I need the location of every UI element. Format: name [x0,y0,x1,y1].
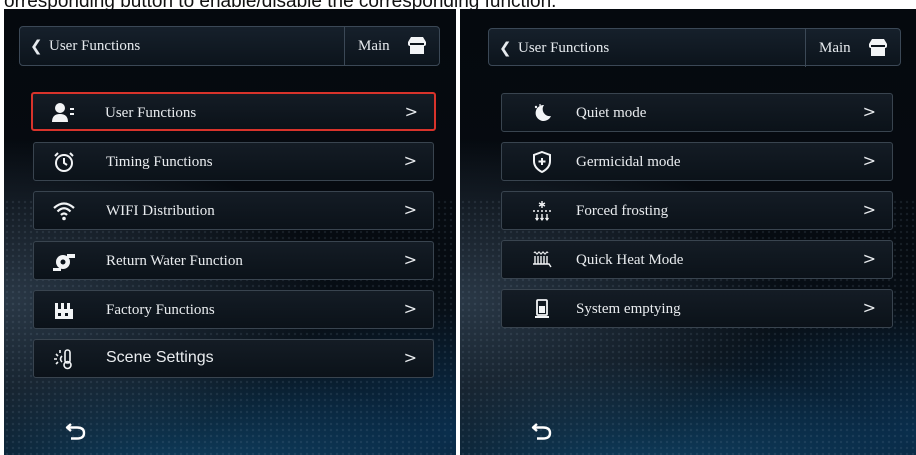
menu-item-label: Quick Heat Mode [576,252,684,268]
header-title[interactable]: User Functions [49,37,140,55]
moon-icon [534,104,551,121]
right-screen: ❮ User Functions Main Quiet mode > Germi… [460,9,916,455]
factory-icon [55,303,73,319]
menu-item-wifi-distribution[interactable]: WIFI Distribution > [33,191,434,230]
shield-plus-icon [533,151,551,173]
back-chevron-icon[interactable]: ❮ [30,37,46,55]
return-icon[interactable] [531,421,553,441]
heating-coil-icon [533,251,552,268]
menu-item-quick-heat-mode[interactable]: Quick Heat Mode > [501,240,893,279]
sun-thermometer-icon [54,349,72,370]
menu-item-label: System emptying [576,301,681,317]
menu-item-label: Return Water Function [106,253,243,269]
snowflake-defrost-icon [533,201,551,221]
chevron-right-icon: > [862,298,876,317]
home-icon [408,37,426,54]
menu-item-scene-settings[interactable]: Scene Settings > [33,339,434,378]
chevron-right-icon: > [403,151,417,170]
menu-item-label: Timing Functions [106,154,213,170]
user-settings-icon [52,103,74,122]
menu-item-timing-functions[interactable]: Timing Functions > [33,142,434,181]
wifi-icon [53,202,75,221]
menu-item-forced-frosting[interactable]: Forced frosting > [501,191,893,230]
menu-item-factory-functions[interactable]: Factory Functions > [33,290,434,329]
chevron-right-icon: > [403,348,417,367]
menu-item-return-water-function[interactable]: Return Water Function > [33,241,434,280]
chevron-right-icon: > [403,200,417,219]
menu-item-label: WIFI Distribution [106,203,215,219]
chevron-right-icon: > [403,250,417,269]
main-label: Main [358,38,390,54]
menu-item-quiet-mode[interactable]: Quiet mode > [501,93,893,132]
chevron-right-icon: > [862,249,876,268]
menu-item-label: Scene Settings [106,349,214,366]
menu-item-label: Forced frosting [576,203,669,219]
chevron-right-icon: > [404,102,418,121]
home-icon [869,39,887,56]
menu-item-label: Quiet mode [576,105,647,121]
header-bar: ❮ User Functions Main [488,28,901,67]
chevron-right-icon: > [862,200,876,219]
menu-item-system-emptying[interactable]: System emptying > [501,289,893,328]
header-bar: ❮ User Functions Main [19,26,440,66]
left-screen: ❮ User Functions Main User Functions > T… [4,9,456,455]
main-label: Main [819,40,851,56]
return-icon[interactable] [65,421,87,441]
chevron-right-icon: > [403,299,417,318]
menu-item-germicidal-mode[interactable]: Germicidal mode > [501,142,893,181]
menu-item-label: User Functions [105,105,197,121]
menu-item-label: Factory Functions [106,302,215,318]
chevron-right-icon: > [862,102,876,121]
back-chevron-icon[interactable]: ❮ [499,39,515,57]
header-title[interactable]: User Functions [518,39,609,57]
water-pump-icon [53,254,75,271]
main-button[interactable]: Main [805,29,900,67]
alarm-clock-icon [54,152,74,172]
menu-item-label: Germicidal mode [576,154,681,170]
tank-icon [535,299,549,318]
chevron-right-icon: > [862,151,876,170]
menu-item-user-functions[interactable]: User Functions > [31,92,436,131]
main-button[interactable]: Main [344,27,439,65]
